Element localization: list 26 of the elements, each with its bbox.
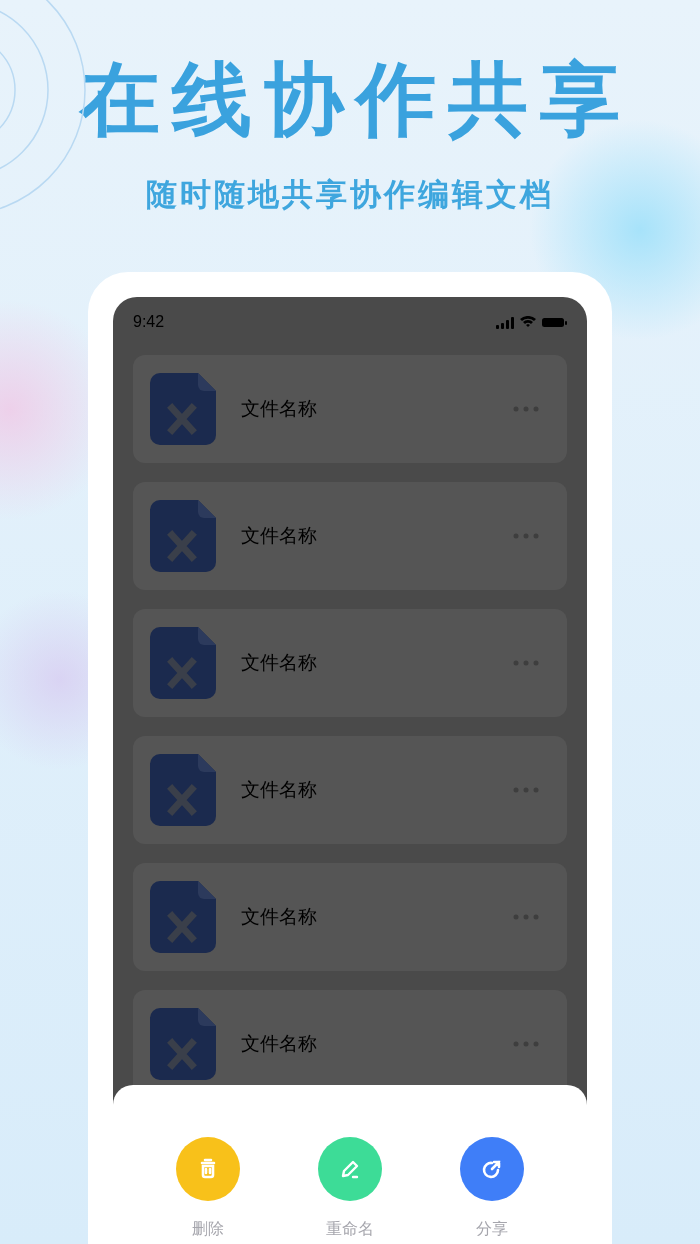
action-label: 删除 <box>192 1219 224 1240</box>
file-row[interactable]: 文件名称 <box>133 482 567 590</box>
spreadsheet-file-icon <box>150 881 216 953</box>
spreadsheet-file-icon <box>150 754 216 826</box>
file-row[interactable]: 文件名称 <box>133 609 567 717</box>
file-name: 文件名称 <box>241 777 318 802</box>
signal-icon <box>496 315 514 329</box>
action-label: 分享 <box>476 1219 508 1240</box>
action-label: 重命名 <box>326 1219 374 1240</box>
wifi-icon <box>520 316 536 328</box>
file-name: 文件名称 <box>241 650 318 675</box>
file-name: 文件名称 <box>241 1031 318 1056</box>
status-time: 9:42 <box>133 313 165 331</box>
file-row[interactable]: 文件名称 <box>133 863 567 971</box>
headline: 在线协作共享 <box>78 52 633 148</box>
spreadsheet-file-icon <box>150 500 216 572</box>
file-name: 文件名称 <box>241 523 318 548</box>
file-name: 文件名称 <box>241 904 318 929</box>
file-name: 文件名称 <box>241 396 318 421</box>
file-row[interactable]: 文件名称 <box>133 355 567 463</box>
file-row[interactable]: 文件名称 <box>133 736 567 844</box>
subheadline: 随时随地共享协作编辑文档 <box>145 175 555 214</box>
spreadsheet-file-icon <box>150 1008 216 1080</box>
spreadsheet-file-icon <box>150 373 216 445</box>
spreadsheet-file-icon <box>150 627 216 699</box>
battery-icon <box>542 317 567 327</box>
